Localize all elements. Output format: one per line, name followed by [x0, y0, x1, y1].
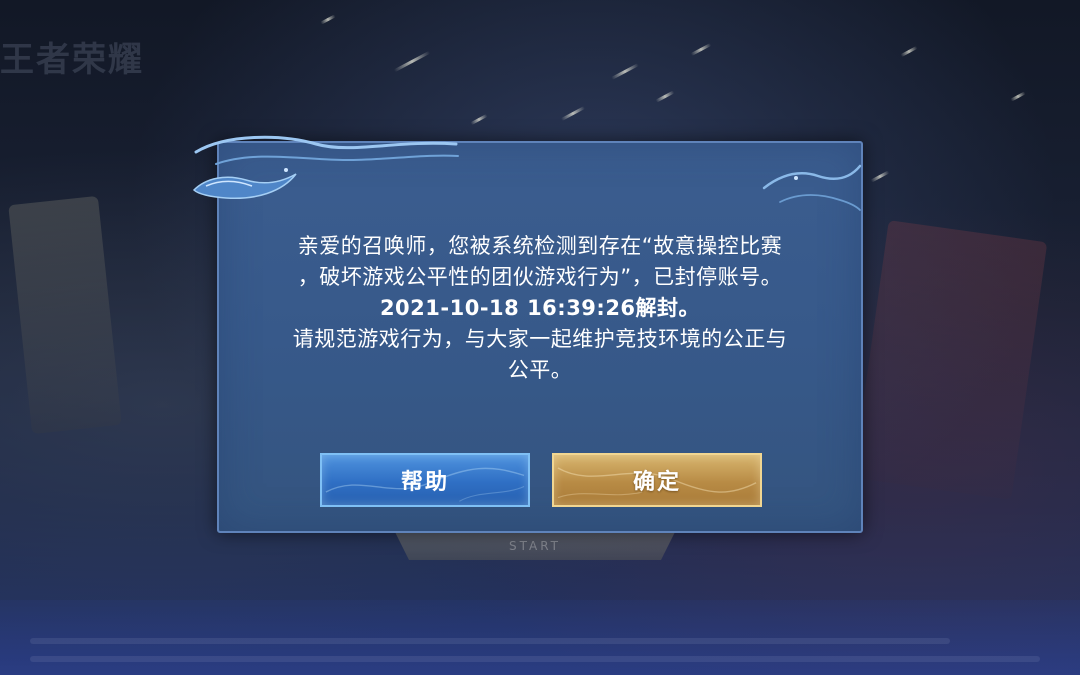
message-line: 亲爱的召唤师，您被系统检测到存在“故意操控比赛 — [297, 234, 783, 258]
message-line: 请规范游戏行为，与大家一起维护竞技环境的公正与 — [292, 327, 788, 351]
light-streak — [470, 113, 488, 126]
ban-message: 亲爱的召唤师，您被系统检测到存在“故意操控比赛 ，破坏游戏公平性的团伙游戏行为”… — [219, 231, 861, 386]
light-streak — [900, 45, 918, 58]
message-line: 公平。 — [507, 358, 573, 382]
confirm-button[interactable]: 确定 — [552, 453, 762, 507]
confirm-button-label: 确定 — [632, 470, 681, 495]
help-button-label: 帮助 — [400, 470, 449, 495]
help-button[interactable]: 帮助 — [320, 453, 530, 507]
footer-text-line — [30, 638, 950, 644]
account-ban-dialog: 亲爱的召唤师，您被系统检测到存在“故意操控比赛 ，破坏游戏公平性的团伙游戏行为”… — [217, 141, 863, 533]
start-button-label: START — [508, 539, 562, 553]
light-streak — [655, 90, 675, 103]
light-streak — [320, 14, 336, 25]
background-figure — [852, 220, 1048, 500]
background-figure — [8, 195, 122, 435]
light-streak — [690, 43, 712, 56]
light-streak — [560, 106, 586, 121]
footer-text-line — [30, 656, 1040, 662]
game-logo: 王者荣耀 — [0, 40, 144, 80]
light-streak — [611, 63, 639, 80]
light-streak — [870, 170, 890, 183]
light-streak — [393, 50, 431, 73]
light-streak — [1010, 91, 1026, 102]
unban-time: 2021-10-18 16:39:26解封。 — [379, 296, 701, 320]
game-screen: 王者荣耀 START 亲爱的召唤师，您被系统检测到存在“故意操控比赛 ，破坏游戏… — [0, 0, 1080, 675]
message-line: ，破坏游戏公平性的团伙游戏行为”，已封停账号。 — [297, 265, 783, 289]
